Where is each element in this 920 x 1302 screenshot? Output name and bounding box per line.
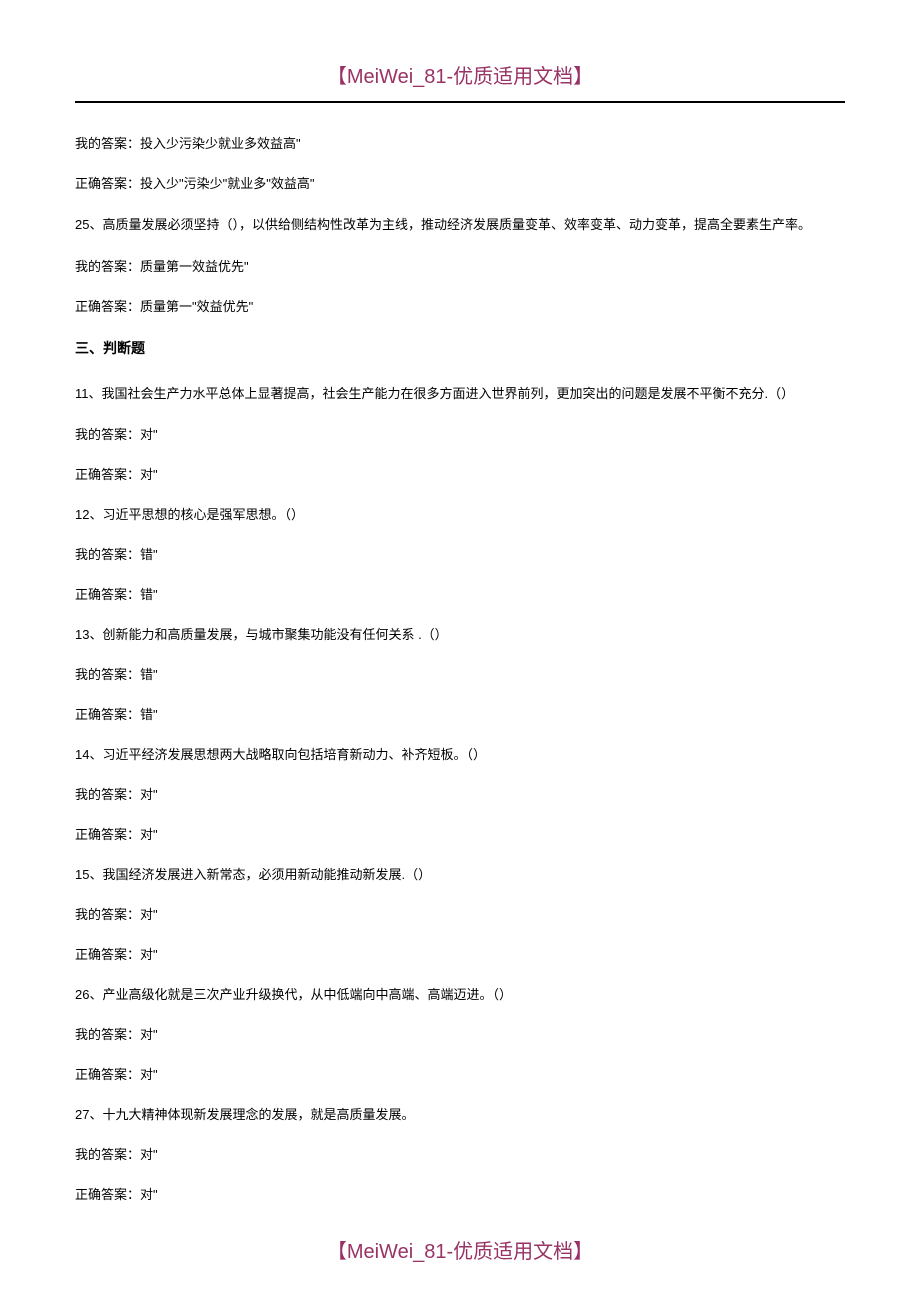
correct-answer-line: 正确答案：对"	[75, 942, 845, 968]
question-text: 15、我国经济发展进入新常态，必须用新动能推动新发展.（）	[75, 862, 845, 888]
answer-line: 我的答案：对"	[75, 1142, 845, 1168]
answer-line: 我的答案：投入少污染少就业多效益高"	[75, 131, 845, 157]
question-text: 11、我国社会生产力水平总体上显著提高，社会生产能力在很多方面进入世界前列，更加…	[75, 380, 845, 409]
correct-answer-line: 正确答案：对"	[75, 1062, 845, 1088]
document-content: 我的答案：投入少污染少就业多效益高" 正确答案：投入少"污染少"就业多"效益高"…	[75, 131, 845, 1208]
correct-answer-line: 正确答案：投入少"污染少"就业多"效益高"	[75, 171, 845, 197]
correct-answer-line: 正确答案：错"	[75, 702, 845, 728]
correct-answer-line: 正确答案：对"	[75, 822, 845, 848]
correct-answer-line: 正确答案：质量第一"效益优先"	[75, 294, 845, 320]
question-text: 27、十九大精神体现新发展理念的发展，就是高质量发展。	[75, 1102, 845, 1128]
question-text: 12、习近平思想的核心是强军思想。（）	[75, 502, 845, 528]
answer-line: 我的答案：对"	[75, 422, 845, 448]
answer-line: 我的答案：错"	[75, 662, 845, 688]
answer-line: 我的答案：错"	[75, 542, 845, 568]
question-text: 13、创新能力和高质量发展，与城市聚集功能没有任何关系 .（）	[75, 622, 845, 648]
question-text: 26、产业高级化就是三次产业升级换代，从中低端向中高端、高端迈进。（）	[75, 982, 845, 1008]
correct-answer-line: 正确答案：错"	[75, 582, 845, 608]
correct-answer-line: 正确答案：对"	[75, 462, 845, 488]
document-footer: 【MeiWei_81-优质适用文档】	[0, 1235, 920, 1264]
section-title: 三、判断题	[75, 334, 845, 362]
header-text: 【MeiWei_81-优质适用文档】	[327, 66, 593, 88]
footer-text: 【MeiWei_81-优质适用文档】	[327, 1241, 593, 1263]
answer-line: 我的答案：对"	[75, 1022, 845, 1048]
question-text: 14、习近平经济发展思想两大战略取向包括培育新动力、补齐短板。（）	[75, 742, 845, 768]
question-text: 25、高质量发展必须坚持（），以供给侧结构性改革为主线，推动经济发展质量变革、效…	[75, 211, 845, 240]
answer-line: 我的答案：质量第一效益优先"	[75, 254, 845, 280]
answer-line: 我的答案：对"	[75, 782, 845, 808]
document-header: 【MeiWei_81-优质适用文档】	[75, 60, 845, 103]
correct-answer-line: 正确答案：对"	[75, 1182, 845, 1208]
answer-line: 我的答案：对"	[75, 902, 845, 928]
